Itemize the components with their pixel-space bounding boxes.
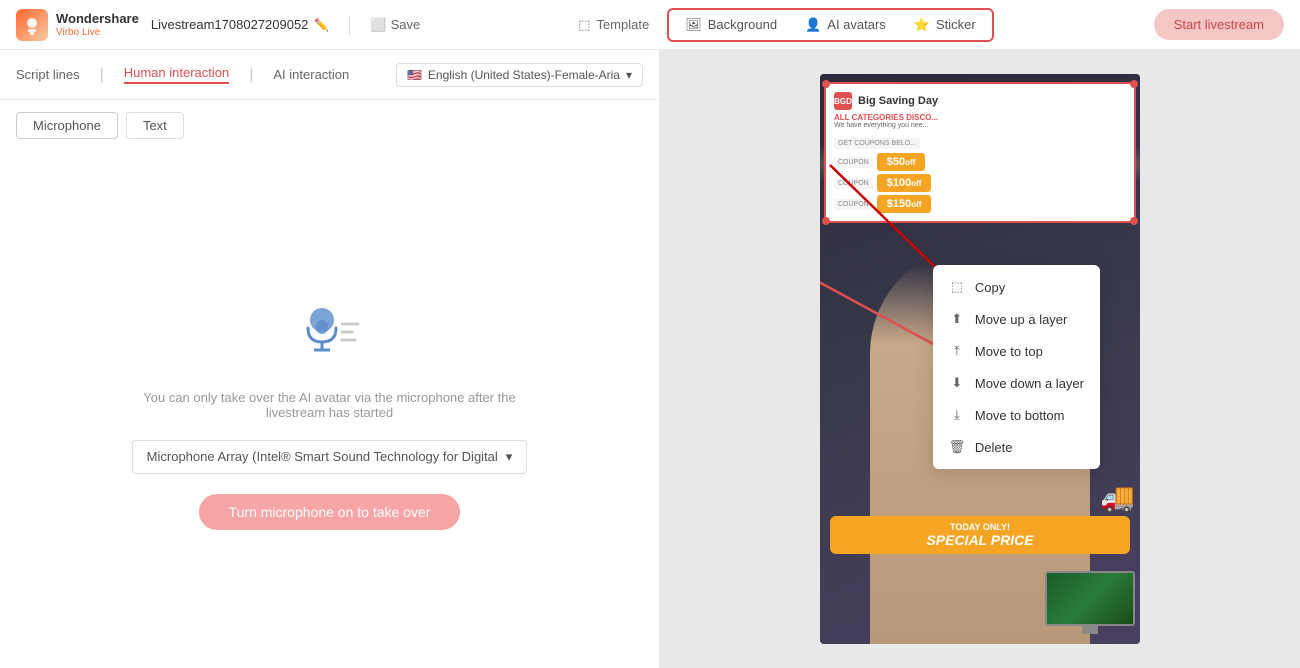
- script-lines-label: Script lines: [16, 67, 80, 82]
- template-button[interactable]: ⬚ Template: [564, 11, 663, 39]
- microphone-content: You can only take over the AI avatar via…: [0, 151, 659, 668]
- edit-icon[interactable]: ✏️: [314, 18, 329, 32]
- main-layout: Script lines | Human interaction | AI in…: [0, 50, 1300, 668]
- script-tabs: Script lines | Human interaction | AI in…: [0, 50, 659, 100]
- chevron-down-icon: ▾: [506, 449, 513, 465]
- context-menu-move-top[interactable]: ⤒ Move to top: [933, 335, 1100, 367]
- ai-avatars-icon: 👤: [805, 17, 821, 33]
- sticker-button[interactable]: ⭐ Sticker: [900, 12, 990, 38]
- background-button[interactable]: 🖼 Background: [671, 12, 791, 38]
- copy-icon: ⬚: [949, 279, 965, 295]
- truck-icon: 🚚: [1100, 481, 1135, 514]
- coupon-list: COUPON $50off COUPON $100off COUPON $150…: [834, 153, 1126, 213]
- tab-ai-interaction[interactable]: AI interaction: [273, 67, 349, 82]
- microphone-icon: [290, 290, 370, 370]
- language-selector[interactable]: 🇺🇸 English (United States)-Female-Aria ▾: [396, 63, 643, 87]
- logo-icon: [16, 9, 48, 41]
- sticker-sub-text: We have everything you nee...: [834, 122, 1126, 129]
- background-icon: 🖼: [685, 17, 702, 33]
- header: Wondershare Virbo Live Livestream1708027…: [0, 0, 1300, 50]
- corner-handle-bl: [822, 217, 830, 225]
- divider: [349, 15, 350, 35]
- corner-handle-tl: [822, 80, 830, 88]
- left-panel: Script lines | Human interaction | AI in…: [0, 50, 660, 668]
- sticker-title: Big Saving Day: [858, 95, 938, 107]
- header-center: ⬚ Template 🖼 Background 👤 AI avatars ⭐ S…: [432, 8, 1125, 42]
- sticker-icon: ⭐: [914, 17, 930, 33]
- coupon-row-3: COUPON $150off: [834, 195, 1126, 213]
- move-up-icon: ⬆: [949, 311, 965, 327]
- move-bottom-icon: ⤓: [949, 407, 965, 423]
- sticker-logo: BGD: [834, 92, 852, 110]
- sticker-red-text: ALL CATEGORIES DISCO...: [834, 113, 1126, 122]
- sub-tabs: Microphone Text: [0, 100, 659, 151]
- start-livestream-button[interactable]: Start livestream: [1154, 9, 1284, 40]
- context-menu-delete[interactable]: 🗑 Delete: [933, 431, 1100, 463]
- sticker-cta: GET COUPONS BELO...: [834, 138, 920, 149]
- special-price-banner: TODAY ONLY! SPECIAL PRICE: [830, 516, 1130, 554]
- tv-area: [1045, 571, 1135, 634]
- sticker-card[interactable]: BGD Big Saving Day ALL CATEGORIES DISCO.…: [824, 82, 1136, 223]
- save-button[interactable]: ⬜ Save: [370, 17, 420, 33]
- coupon-row-2: COUPON $100off: [834, 174, 1126, 192]
- template-icon: ⬚: [578, 17, 590, 33]
- text-tab[interactable]: Text: [126, 112, 184, 139]
- context-menu-move-bottom[interactable]: ⤓ Move to bottom: [933, 399, 1100, 431]
- logo-area: Wondershare Virbo Live: [16, 9, 139, 41]
- save-icon: ⬜: [370, 17, 386, 33]
- corner-handle-br: [1130, 217, 1138, 225]
- ai-avatars-button[interactable]: 👤 AI avatars: [791, 12, 900, 38]
- context-menu-move-down[interactable]: ⬇ Move down a layer: [933, 367, 1100, 399]
- microphone-tab[interactable]: Microphone: [16, 112, 118, 139]
- delete-icon: 🗑: [949, 439, 965, 455]
- coupon-row-1: COUPON $50off: [834, 153, 1126, 171]
- context-menu-move-up[interactable]: ⬆ Move up a layer: [933, 303, 1100, 335]
- context-menu: ⬚ Copy ⬆ Move up a layer ⤒ Move to top ⬇…: [933, 265, 1100, 469]
- app-name-line1: Wondershare: [56, 11, 139, 27]
- move-top-icon: ⤒: [949, 343, 965, 359]
- app-name-line2: Virbo Live: [56, 27, 139, 38]
- microphone-selector[interactable]: Microphone Array (Intel® Smart Sound Tec…: [132, 440, 528, 474]
- move-down-icon: ⬇: [949, 375, 965, 391]
- corner-handle-tr: [1130, 80, 1138, 88]
- header-tools-group: 🖼 Background 👤 AI avatars ⭐ Sticker: [667, 8, 994, 42]
- chevron-down-icon: ▾: [626, 68, 632, 82]
- stream-name: Livestream1708027209052 ✏️: [151, 17, 330, 32]
- mic-toggle-button[interactable]: Turn microphone on to take over: [199, 494, 461, 530]
- mic-icon-area: [290, 290, 370, 370]
- mic-hint-text: You can only take over the AI avatar via…: [130, 390, 530, 420]
- context-menu-copy[interactable]: ⬚ Copy: [933, 271, 1100, 303]
- tab-human-interaction[interactable]: Human interaction: [124, 65, 230, 84]
- right-panel: BGD Big Saving Day ALL CATEGORIES DISCO.…: [660, 50, 1300, 668]
